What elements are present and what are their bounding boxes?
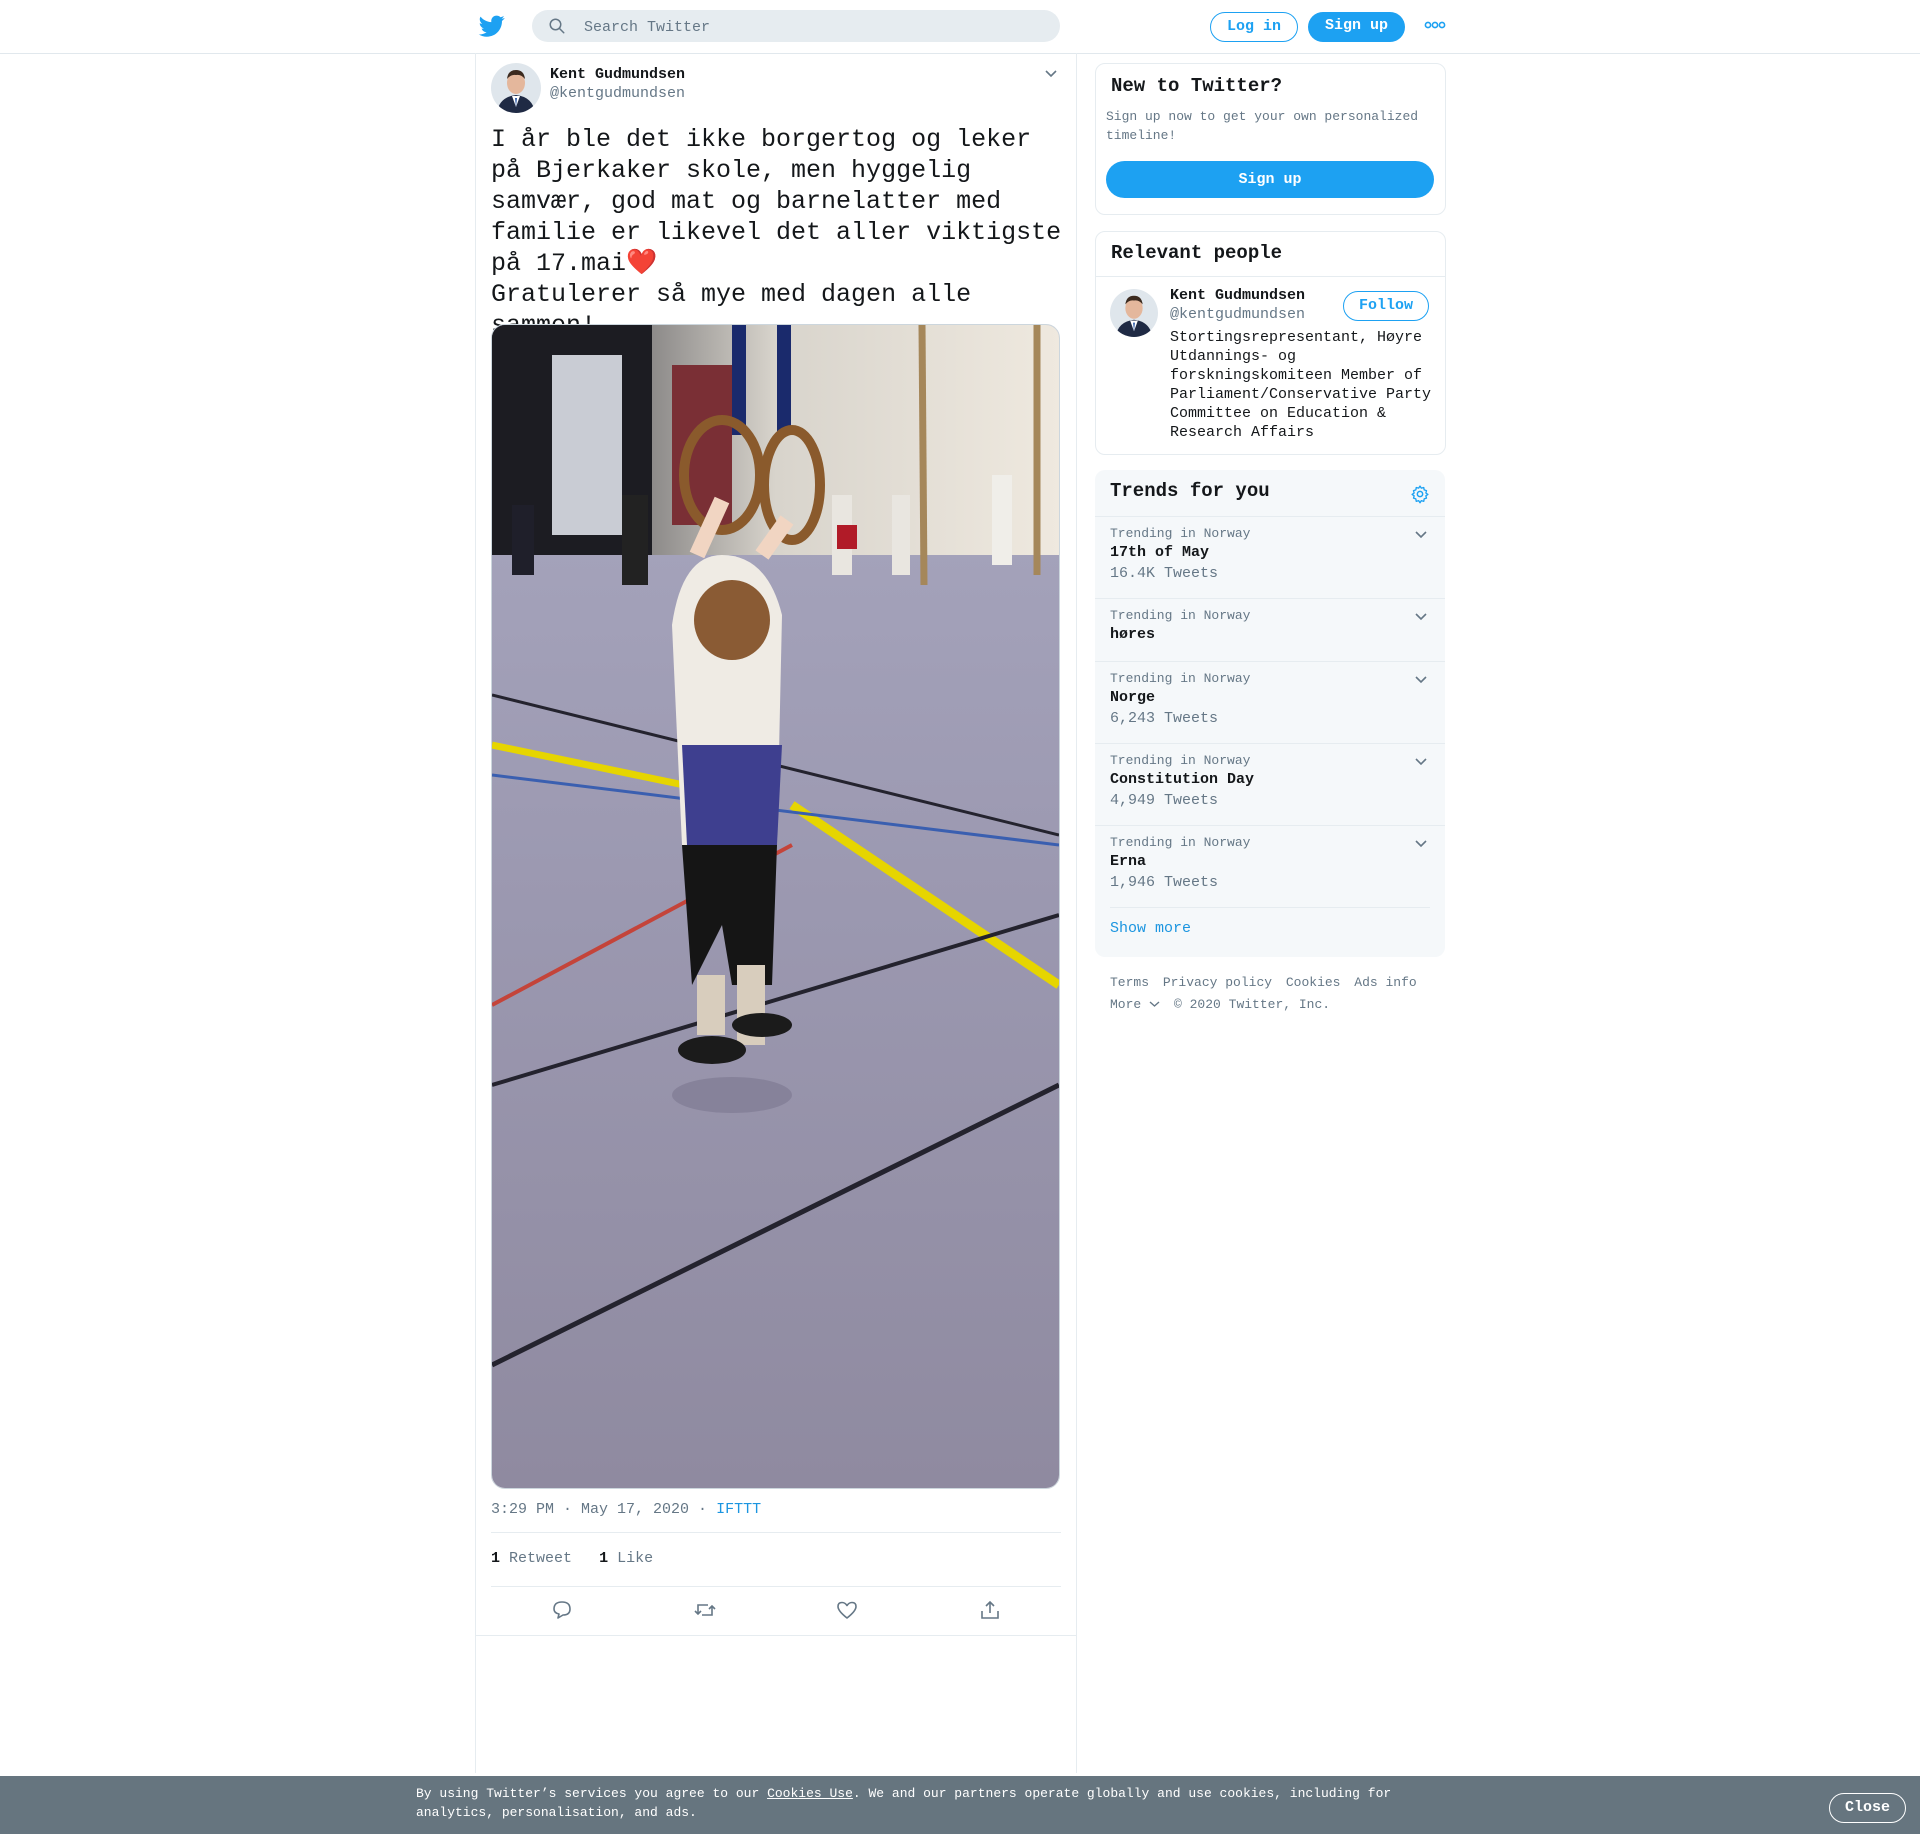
- divider: [491, 1586, 1061, 1587]
- trend-context: Trending in Norway: [1110, 753, 1251, 768]
- footer-links: Terms Privacy policy Cookies Ads info: [1110, 972, 1440, 994]
- relevant-people-card: Relevant people Kent Gudmundsen @kentgud…: [1095, 231, 1446, 455]
- chevron-down-icon[interactable]: [1414, 756, 1428, 766]
- trend-context: Trending in Norway: [1110, 608, 1251, 623]
- divider: [491, 1532, 1061, 1533]
- trend-name: 17th of May: [1110, 544, 1210, 561]
- tweet-photo[interactable]: [491, 324, 1060, 1489]
- tweet-time[interactable]: 3:29 PM · May 17, 2020: [491, 1501, 689, 1518]
- share-icon[interactable]: [978, 1598, 1002, 1622]
- trend-name: høres: [1110, 626, 1156, 643]
- footer-second-row: More © 2020 Twitter, Inc.: [1110, 994, 1440, 1016]
- cookie-banner: By using Twitter’s services you agree to…: [0, 1776, 1920, 1834]
- trend-item[interactable]: Trending in Norway høres: [1095, 598, 1445, 662]
- search-box: [532, 10, 1060, 44]
- trend-count: 1,946 Tweets: [1110, 874, 1219, 891]
- chevron-down-icon[interactable]: [1414, 611, 1428, 621]
- new-to-twitter-card: New to Twitter? Sign up now to get your …: [1095, 63, 1446, 215]
- person-bio: Stortingsrepresentant, Høyre Utdannings-…: [1170, 329, 1432, 441]
- like-label: Like: [617, 1550, 654, 1567]
- heart-emoji: ❤️: [626, 249, 658, 278]
- tweet-text-main: I år ble det ikke borgertog og leker på …: [491, 125, 1077, 278]
- like-count: 1: [599, 1550, 609, 1567]
- retweet-count: 1: [491, 1550, 501, 1567]
- trend-item[interactable]: Trending in Norway Constitution Day 4,94…: [1095, 743, 1445, 826]
- chevron-down-icon[interactable]: [1414, 529, 1428, 539]
- tweet-source-link[interactable]: IFTTT: [716, 1501, 761, 1518]
- footer-link-cookies[interactable]: Cookies: [1286, 975, 1341, 990]
- person-name[interactable]: Kent Gudmundsen: [1170, 287, 1305, 304]
- trends-card: Trends for you Trending in Norway 17th o…: [1095, 470, 1445, 957]
- gear-icon[interactable]: [1410, 484, 1430, 504]
- more-options-icon[interactable]: [1424, 20, 1446, 30]
- retweet-count-link[interactable]: 1 Retweet: [491, 1550, 572, 1567]
- meta-separator: ·: [689, 1501, 717, 1518]
- retweet-icon[interactable]: [693, 1598, 717, 1622]
- tweet-timestamp-line: 3:29 PM · May 17, 2020 · IFTTT: [491, 1501, 761, 1518]
- show-more-link[interactable]: Show more: [1110, 907, 1430, 937]
- sidebar-sign-up-button[interactable]: Sign up: [1106, 161, 1434, 198]
- trend-item[interactable]: Trending in Norway 17th of May 16.4K Twe…: [1095, 516, 1445, 599]
- heart-icon[interactable]: [835, 1598, 859, 1622]
- footer-link-terms[interactable]: Terms: [1110, 975, 1149, 990]
- trend-count: 4,949 Tweets: [1110, 792, 1219, 809]
- trend-count: 16.4K Tweets: [1110, 565, 1219, 582]
- trend-context: Trending in Norway: [1110, 835, 1251, 850]
- sign-up-button[interactable]: Sign up: [1308, 12, 1405, 42]
- footer-more-label: More: [1110, 997, 1142, 1012]
- search-input[interactable]: [582, 10, 1046, 44]
- chevron-down-icon[interactable]: [1044, 67, 1058, 79]
- trend-context: Trending in Norway: [1110, 526, 1251, 541]
- new-to-twitter-title: New to Twitter?: [1111, 75, 1283, 97]
- trend-name: Norge: [1110, 689, 1156, 706]
- top-navigation-bar: Log in Sign up: [0, 0, 1920, 54]
- trend-context: Trending in Norway: [1110, 671, 1251, 686]
- relevant-people-title: Relevant people: [1111, 242, 1283, 264]
- person-handle[interactable]: @kentgudmundsen: [1170, 306, 1305, 323]
- divider: [1096, 276, 1445, 277]
- chevron-down-icon[interactable]: [1414, 674, 1428, 684]
- search-icon: [549, 18, 565, 34]
- author-handle[interactable]: @kentgudmundsen: [550, 85, 685, 102]
- trends-title: Trends for you: [1110, 480, 1270, 502]
- tweet-stats: 1 Retweet 1 Like: [491, 1550, 653, 1567]
- cookie-text-start: By using Twitter’s services you agree to…: [416, 1786, 768, 1801]
- trend-item[interactable]: Trending in Norway Erna 1,946 Tweets: [1095, 825, 1445, 908]
- author-name[interactable]: Kent Gudmundsen: [550, 66, 685, 83]
- divider: [476, 1635, 1076, 1636]
- footer-link-privacy[interactable]: Privacy policy: [1163, 975, 1272, 990]
- new-to-twitter-description: Sign up now to get your own personalized…: [1106, 109, 1419, 143]
- reply-icon[interactable]: [550, 1598, 574, 1622]
- footer-more-menu[interactable]: More: [1110, 997, 1160, 1012]
- copyright: © 2020 Twitter, Inc.: [1174, 997, 1331, 1012]
- log-in-button[interactable]: Log in: [1210, 12, 1298, 42]
- twitter-bird-icon[interactable]: [478, 13, 506, 39]
- like-count-link[interactable]: 1 Like: [599, 1550, 653, 1567]
- close-button[interactable]: Close: [1829, 1793, 1906, 1823]
- chevron-down-icon[interactable]: [1414, 838, 1428, 848]
- sidebar-footer: Terms Privacy policy Cookies Ads info Mo…: [1110, 972, 1440, 1016]
- author-avatar[interactable]: [491, 63, 541, 113]
- chevron-down-icon: [1149, 1001, 1160, 1007]
- tweet-column: Kent Gudmundsen @kentgudmundsen I år ble…: [475, 53, 1077, 1773]
- person-avatar[interactable]: [1110, 289, 1158, 337]
- retweet-label: Retweet: [509, 1550, 573, 1567]
- follow-button[interactable]: Follow: [1343, 291, 1429, 321]
- trend-name: Constitution Day: [1110, 771, 1255, 788]
- cookies-use-link[interactable]: Cookies Use: [767, 1786, 853, 1801]
- cookie-banner-text: By using Twitter’s services you agree to…: [416, 1784, 1416, 1822]
- trend-item[interactable]: Trending in Norway Norge 6,243 Tweets: [1095, 661, 1445, 744]
- trend-name: Erna: [1110, 853, 1147, 870]
- footer-link-ads-info[interactable]: Ads info: [1354, 975, 1416, 990]
- trend-count: 6,243 Tweets: [1110, 710, 1219, 727]
